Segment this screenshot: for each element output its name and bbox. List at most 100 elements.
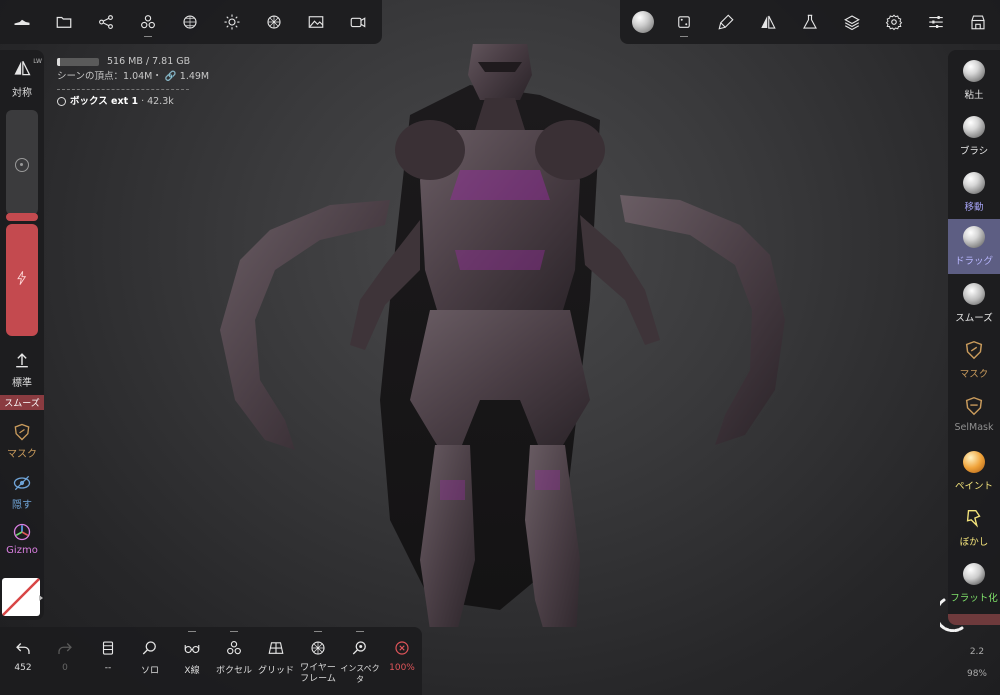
wireframe-label: ワイヤーフレーム (300, 663, 336, 684)
tool-smooth[interactable]: スムーズ (948, 276, 1000, 331)
glasses-icon (184, 645, 200, 654)
sphere-icon[interactable] (176, 8, 204, 36)
lightning-icon (17, 271, 27, 285)
tool-paint[interactable]: ペイント (948, 444, 1000, 499)
object-icon (57, 97, 66, 106)
gizmo-button[interactable]: Gizmo (0, 522, 44, 556)
opacity-button[interactable]: 100% (381, 627, 423, 695)
bottom-right-percent: 98% (966, 669, 987, 679)
layers-icon[interactable] (838, 8, 866, 36)
tool-mask[interactable]: マスク (948, 332, 1000, 387)
wireframe-button[interactable]: ワイヤーフレーム (297, 627, 339, 695)
symmetry-badge: LW (33, 58, 42, 65)
gizmo-label: Gizmo (6, 545, 38, 556)
camera-icon[interactable] (344, 8, 372, 36)
blur-icon (966, 509, 981, 528)
inspector-button[interactable]: インスペクタ (339, 627, 381, 695)
flatten-brush-icon (963, 563, 985, 585)
close-circle-icon (395, 641, 409, 655)
mask-label: マスク (7, 449, 37, 460)
top-left-toolbar (0, 0, 382, 44)
tool-label: 移動 (964, 202, 984, 213)
settings-icon[interactable] (880, 8, 908, 36)
mask-shield-icon (965, 340, 983, 360)
hide-button[interactable]: 隠す (0, 473, 44, 511)
sliders-icon[interactable] (922, 8, 950, 36)
grid-icon (268, 642, 284, 654)
voxel-button[interactable]: ボクセル (213, 627, 255, 695)
radius-fill (6, 213, 38, 221)
viewport[interactable] (44, 44, 948, 627)
link-icon: 🔗 (164, 71, 177, 82)
sculpt-model (220, 44, 785, 627)
inspector-label: インスペクタ (340, 664, 380, 684)
share-icon[interactable] (92, 8, 120, 36)
bottom-right-value: 2.2 (969, 647, 985, 657)
redo-count: 0 (62, 663, 68, 673)
flask-icon[interactable] (796, 8, 824, 36)
grid-label: グリッド (257, 666, 294, 676)
xray-button[interactable]: X線 (171, 627, 213, 695)
move-brush-icon (963, 172, 985, 194)
symmetry-icon (14, 61, 31, 76)
tool-label: ドラッグ (954, 256, 993, 267)
voxel-icon (227, 641, 241, 655)
loading-icon (934, 598, 970, 633)
intensity-slider[interactable] (6, 224, 38, 336)
solo-button[interactable]: ソロ (129, 627, 171, 695)
voxel-icon[interactable] (134, 8, 162, 37)
dice-icon[interactable] (670, 8, 698, 37)
layer-button[interactable]: -- (87, 627, 129, 695)
magnifier-icon (142, 641, 156, 655)
radius-slider[interactable] (6, 110, 38, 221)
tool-selmask[interactable]: SelMask (948, 388, 1000, 443)
tool-label: ぼかし (959, 537, 989, 548)
no-color-icon (2, 578, 40, 616)
tool-move[interactable]: 移動 (948, 165, 1000, 220)
voxel-label: ボクセル (215, 666, 252, 676)
tool-brush[interactable]: ブラシ (948, 109, 1000, 164)
standard-label: 標準 (12, 378, 32, 389)
sun-icon[interactable] (218, 8, 246, 36)
grid-button[interactable]: グリッド (255, 627, 297, 695)
tool-drag[interactable]: ドラッグ (948, 219, 1000, 274)
material-icon[interactable] (260, 8, 288, 36)
layer-icon (102, 641, 114, 655)
symmetry-icon[interactable] (754, 8, 782, 36)
paint-brush-icon (963, 451, 985, 473)
clay-brush-icon (963, 60, 985, 82)
color-swatch[interactable] (2, 578, 40, 616)
drag-brush-icon (963, 226, 985, 248)
solo-label: ソロ (140, 666, 159, 676)
image-icon[interactable] (302, 8, 330, 36)
store-icon[interactable] (964, 8, 992, 36)
top-right-toolbar (620, 0, 1000, 44)
symmetry-label: 対称 (12, 88, 32, 99)
material-ball-icon[interactable] (628, 7, 658, 37)
shoe-icon[interactable] (8, 8, 36, 36)
scene-info: 516 MB / 7.81 GB シーンの頂点：1.04M・ 🔗 1.49M ボ… (57, 56, 210, 109)
brush-icon[interactable] (712, 8, 740, 36)
bottom-toolbar: 452 0 -- ソロ X線 ボクセル グリッド ワイヤーフレーム インスペクタ… (0, 627, 422, 695)
undo-button[interactable]: 452 (2, 627, 44, 695)
tool-label: 粘土 (964, 90, 984, 101)
left-panel: LW 対称 標準 スムーズ マスク 隠す Gizmo (0, 50, 44, 620)
tool-blur[interactable]: ぼかし (948, 500, 1000, 555)
tool-label: スムーズ (955, 313, 993, 324)
tool-label: ブラシ (959, 146, 989, 157)
radius-handle-icon (15, 158, 29, 172)
standard-button[interactable]: 標準 (0, 350, 44, 389)
symmetry-button[interactable]: LW 対称 (0, 58, 44, 99)
redo-button[interactable]: 0 (44, 627, 86, 695)
object-name[interactable]: ボックス ext 1 (70, 94, 138, 109)
smooth-badge[interactable]: スムーズ (0, 395, 44, 410)
tool-label: マスク (959, 369, 989, 380)
xray-label: X線 (184, 666, 200, 676)
scene-vertices: シーンの頂点：1.04M・ (57, 71, 162, 82)
mask-button[interactable]: マスク (0, 422, 44, 460)
swatch-arrow-icon[interactable] (39, 595, 43, 601)
folder-icon[interactable] (50, 8, 78, 36)
tool-clay[interactable]: 粘土 (948, 53, 1000, 108)
inspector-icon (352, 641, 366, 655)
wireframe-icon (311, 641, 325, 655)
